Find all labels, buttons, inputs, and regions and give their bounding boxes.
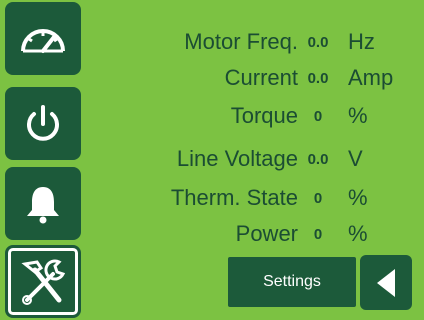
- reading-unit: %: [348, 103, 368, 128]
- power-row: Power 0 %: [110, 214, 420, 254]
- reading-label: Motor Freq.: [184, 29, 298, 54]
- thermal-state-row: Therm. State 0 %: [110, 178, 420, 218]
- reading-label: Power: [235, 221, 298, 246]
- power-icon: [27, 104, 59, 141]
- triangle-left-icon: [377, 268, 395, 297]
- reading-label: Line Voltage: [176, 146, 298, 171]
- current-row: Current 0.0 Amp: [110, 58, 420, 98]
- settings-button[interactable]: Settings: [228, 257, 356, 307]
- reading-unit: Hz: [348, 29, 375, 54]
- line-voltage-row: Line Voltage 0.0 V: [110, 139, 420, 179]
- reading-value: 0: [313, 107, 323, 125]
- reading-value: 0.0: [307, 150, 329, 168]
- sidebar: [0, 0, 86, 320]
- tools-button[interactable]: [5, 245, 81, 318]
- reading-label: Torque: [230, 103, 298, 128]
- reading-unit: Amp: [348, 65, 394, 90]
- power-button[interactable]: [5, 87, 81, 160]
- reading-label: Current: [224, 65, 298, 90]
- reading-unit: %: [348, 221, 368, 246]
- speedometer-icon: [21, 28, 65, 53]
- reading-value: 0.0: [307, 69, 329, 87]
- reading-value: 0: [313, 225, 323, 243]
- tools-icon: [21, 259, 66, 305]
- reading-unit: %: [348, 185, 368, 210]
- settings-label: Settings: [263, 273, 321, 290]
- motor-frequency-row: Motor Freq. 0.0 Hz: [110, 22, 420, 62]
- reading-value: 0.0: [307, 33, 329, 51]
- back-button[interactable]: [360, 255, 412, 310]
- reading-unit: V: [348, 146, 363, 171]
- reading-value: 0: [313, 189, 323, 207]
- bell-icon: [27, 186, 59, 223]
- torque-row: Torque 0 %: [110, 96, 420, 136]
- reading-label: Therm. State: [170, 185, 298, 210]
- alarm-button[interactable]: [5, 167, 81, 240]
- dashboard-button[interactable]: [5, 2, 81, 75]
